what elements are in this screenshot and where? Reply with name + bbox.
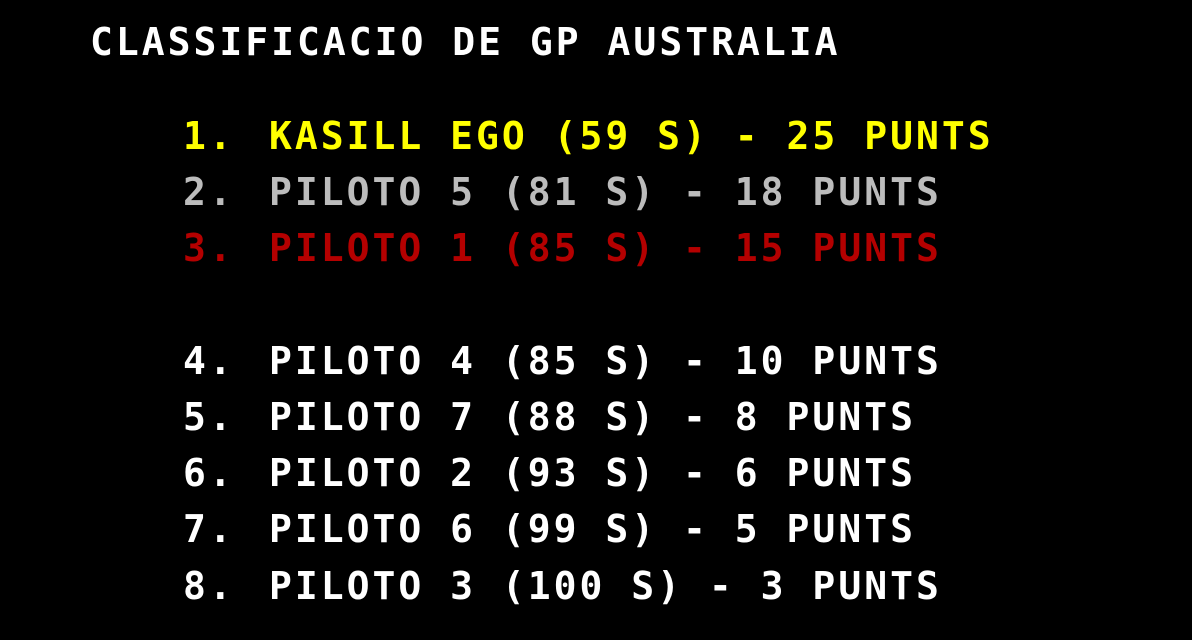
standing-row-3: 3. PILOTO 1 (85 S) - 15 PUNTS bbox=[183, 226, 942, 270]
position-label: 3. bbox=[183, 226, 235, 270]
standing-row-5: 5. PILOTO 7 (88 S) - 8 PUNTS bbox=[183, 395, 916, 439]
screen-title: CLASSIFICACIO DE GP AUSTRALIA bbox=[90, 20, 841, 64]
driver-result: PILOTO 6 (99 S) - 5 PUNTS bbox=[269, 507, 916, 551]
position-label: 6. bbox=[183, 451, 235, 495]
position-label: 4. bbox=[183, 339, 235, 383]
position-label: 1. bbox=[183, 114, 235, 158]
position-label: 2. bbox=[183, 170, 235, 214]
driver-result: PILOTO 5 (81 S) - 18 PUNTS bbox=[269, 170, 942, 214]
standing-row-7: 7. PILOTO 6 (99 S) - 5 PUNTS bbox=[183, 507, 916, 551]
race-results-screen: CLASSIFICACIO DE GP AUSTRALIA 1. KASILL E… bbox=[0, 0, 1192, 640]
driver-result: PILOTO 7 (88 S) - 8 PUNTS bbox=[269, 395, 916, 439]
driver-result: PILOTO 2 (93 S) - 6 PUNTS bbox=[269, 451, 916, 495]
driver-result: PILOTO 4 (85 S) - 10 PUNTS bbox=[269, 339, 942, 383]
standing-row-1: 1. KASILL EGO (59 S) - 25 PUNTS bbox=[183, 114, 994, 158]
position-label: 5. bbox=[183, 395, 235, 439]
driver-result: PILOTO 1 (85 S) - 15 PUNTS bbox=[269, 226, 942, 270]
position-label: 8. bbox=[183, 564, 235, 608]
position-label: 7. bbox=[183, 507, 235, 551]
standing-row-2: 2. PILOTO 5 (81 S) - 18 PUNTS bbox=[183, 170, 942, 214]
driver-result: PILOTO 3 (100 S) - 3 PUNTS bbox=[269, 564, 942, 608]
standing-row-8: 8. PILOTO 3 (100 S) - 3 PUNTS bbox=[183, 564, 942, 608]
driver-result: KASILL EGO (59 S) - 25 PUNTS bbox=[269, 114, 994, 158]
standing-row-6: 6. PILOTO 2 (93 S) - 6 PUNTS bbox=[183, 451, 916, 495]
standing-row-4: 4. PILOTO 4 (85 S) - 10 PUNTS bbox=[183, 339, 942, 383]
